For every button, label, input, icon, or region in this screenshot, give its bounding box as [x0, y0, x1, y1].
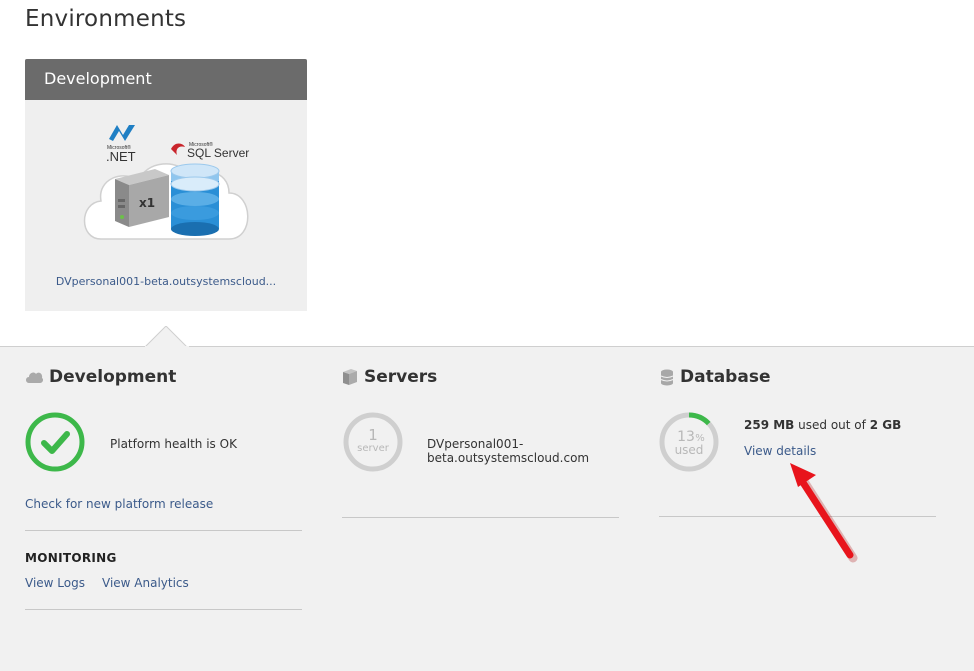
sql-server-logo-icon [171, 143, 185, 155]
sql-text: SQL Server [187, 146, 249, 160]
database-stack-icon [170, 163, 220, 236]
environment-illustration: Microsoft® .NET Microsoft® SQL Server x1 [83, 125, 249, 240]
dotnet-text: .NET [106, 149, 136, 164]
database-usage-summary: 259 MB used out of 2 GB [744, 418, 901, 432]
check-platform-release-link[interactable]: Check for new platform release [25, 497, 213, 511]
server-host-line-2: beta.outsystemscloud.com [427, 451, 590, 465]
server-count-value: 1 [368, 426, 378, 444]
environment-card-development[interactable]: Development Microsoft® .NET Microsoft® S… [25, 59, 307, 311]
environment-host-link[interactable]: DVpersonal001-beta.outsystemscloud... [25, 275, 307, 288]
view-analytics-link[interactable]: View Analytics [102, 576, 189, 590]
environment-card-title: Development [25, 59, 307, 100]
server-host-line-1: DVpersonal001- [427, 437, 524, 451]
server-icon [343, 369, 357, 385]
server-count-label: x1 [139, 196, 155, 210]
database-icon [660, 369, 674, 385]
platform-health-status: Platform health is OK [110, 437, 237, 451]
development-section-title: Development [25, 367, 176, 387]
used-text: used out of [798, 418, 866, 432]
development-title: Development [49, 367, 177, 387]
database-usage-ring: 13 % used [659, 412, 719, 472]
cloud-icon [26, 372, 43, 383]
divider [25, 609, 302, 610]
server-count-ring: 1 server [343, 412, 403, 472]
used-amount: 259 MB [744, 418, 795, 432]
view-logs-link[interactable]: View Logs [25, 576, 85, 590]
total-amount: 2 GB [869, 418, 902, 432]
usage-label: used [675, 443, 704, 457]
server-host-name: DVpersonal001- beta.outsystemscloud.com [427, 437, 589, 465]
divider [25, 530, 302, 531]
dotnet-logo-icon [109, 125, 135, 141]
database-title: Database [680, 367, 771, 387]
servers-title: Servers [364, 367, 438, 387]
servers-section-title: Servers [342, 367, 437, 387]
monitoring-title: MONITORING [25, 551, 117, 565]
database-section-title: Database [660, 367, 770, 387]
page-title: Environments [25, 6, 187, 32]
server-count-unit: server [357, 443, 390, 454]
annotation-arrow [790, 463, 858, 563]
health-ok-icon [25, 412, 85, 472]
divider [342, 517, 619, 518]
